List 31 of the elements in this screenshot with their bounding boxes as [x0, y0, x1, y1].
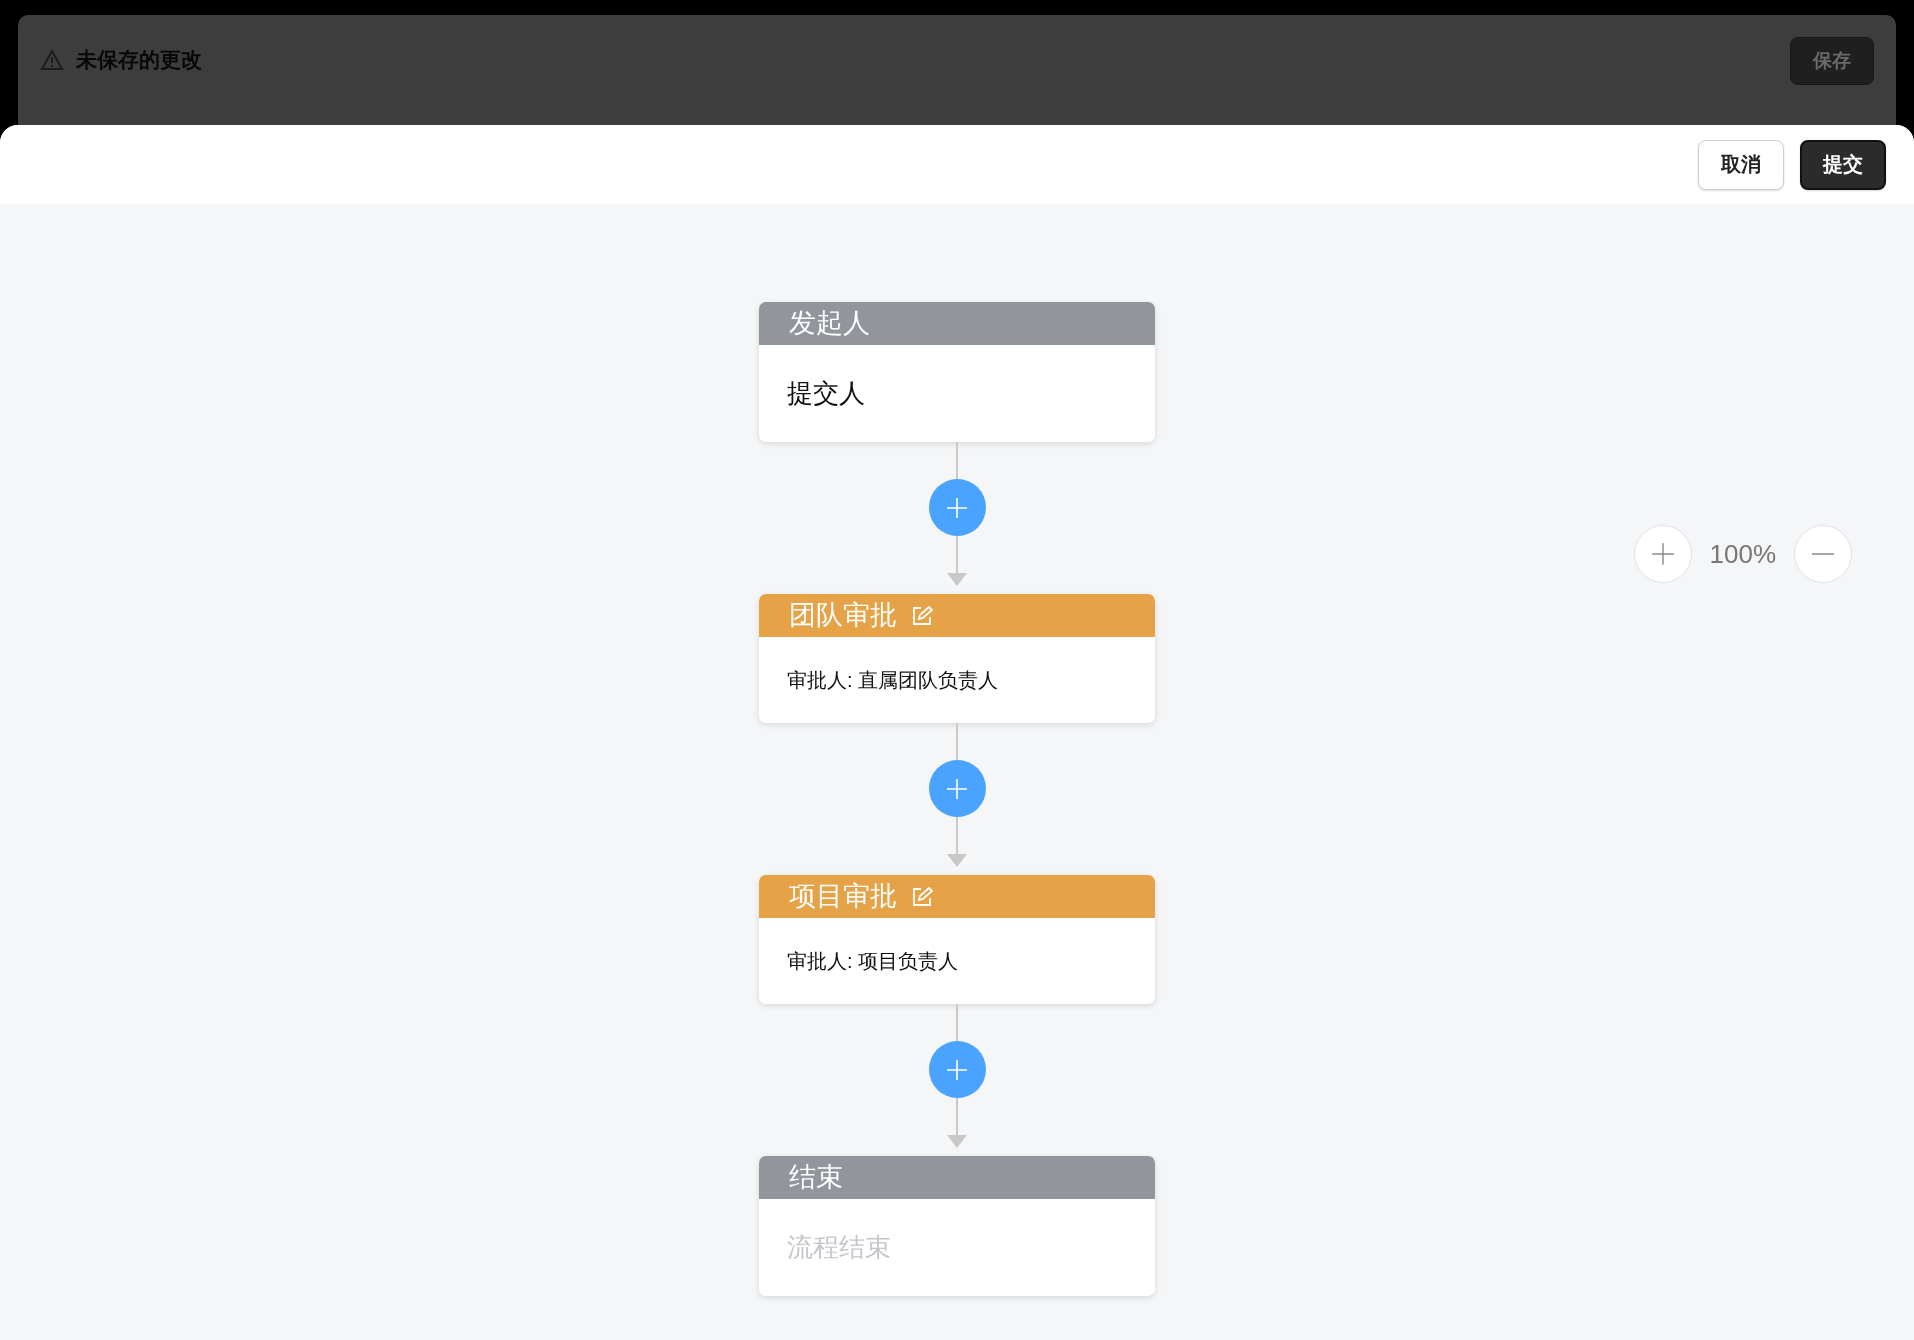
flow-node[interactable]: 发起人 提交人: [759, 302, 1155, 442]
add-node-button[interactable]: [928, 760, 986, 817]
connector-arrow: [946, 536, 968, 586]
node-title: 结束: [789, 1164, 843, 1191]
add-node-button[interactable]: [928, 1041, 986, 1098]
connector-line: [956, 1004, 958, 1041]
node-description: 提交人: [787, 377, 865, 410]
zoom-level: 100%: [1709, 538, 1776, 570]
node-title: 发起人: [789, 310, 870, 337]
connector-line: [956, 723, 958, 760]
connector-arrow: [946, 1098, 968, 1148]
plus-icon: [945, 495, 969, 520]
edit-icon[interactable]: [911, 885, 933, 908]
minus-icon: [1810, 552, 1836, 556]
connector-arrow: [946, 817, 968, 867]
submit-button[interactable]: 提交: [1800, 139, 1886, 190]
flow-node[interactable]: 团队审批 审批人: 直属团队负责人: [759, 594, 1155, 723]
node-description: 审批人: 直属团队负责人: [787, 667, 999, 693]
edit-icon[interactable]: [911, 604, 933, 627]
node-title: 团队审批: [789, 602, 897, 629]
node-description: 审批人: 项目负责人: [787, 948, 959, 974]
connector-line: [956, 442, 958, 479]
plus-icon: [945, 776, 969, 801]
add-node-button[interactable]: [928, 479, 986, 536]
warning-icon: [40, 49, 64, 71]
flow-node[interactable]: 项目审批 审批人: 项目负责人: [759, 875, 1155, 1004]
node-description: 流程结束: [787, 1231, 891, 1264]
node-title: 项目审批: [789, 883, 897, 910]
plus-icon: [1649, 541, 1676, 567]
cancel-button[interactable]: 取消: [1698, 139, 1784, 190]
plus-icon: [945, 1057, 969, 1082]
